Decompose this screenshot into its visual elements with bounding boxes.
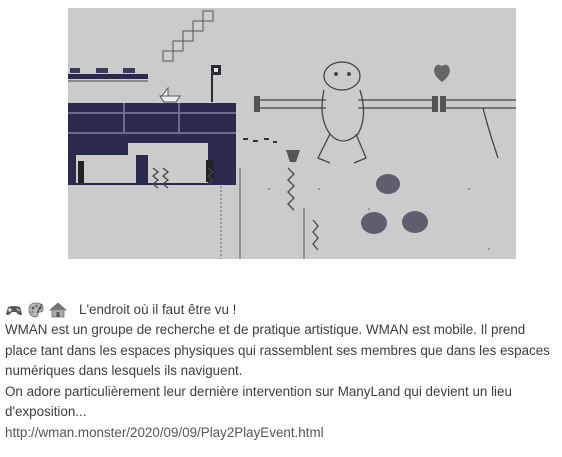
palette-icon	[27, 301, 45, 319]
preview-image[interactable]	[68, 8, 516, 259]
house-icon	[49, 301, 67, 319]
game-controller-icon	[5, 301, 23, 319]
post-paragraph-1: WMAN est un groupe de recherche et de pr…	[5, 322, 550, 378]
headline-row: L'endroit où il faut être vu !	[5, 300, 557, 320]
post-link[interactable]: http://wman.monster/2020/09/09/Play2Play…	[5, 425, 324, 440]
pixel-art-scene	[68, 8, 516, 259]
headline-text: L'endroit où il faut être vu !	[79, 301, 237, 317]
post-text: L'endroit où il faut être vu ! WMAN est …	[5, 300, 557, 443]
post-card: L'endroit où il faut être vu ! WMAN est …	[0, 0, 562, 457]
post-paragraph-2: On adore particulièrement leur dernière …	[5, 383, 512, 420]
